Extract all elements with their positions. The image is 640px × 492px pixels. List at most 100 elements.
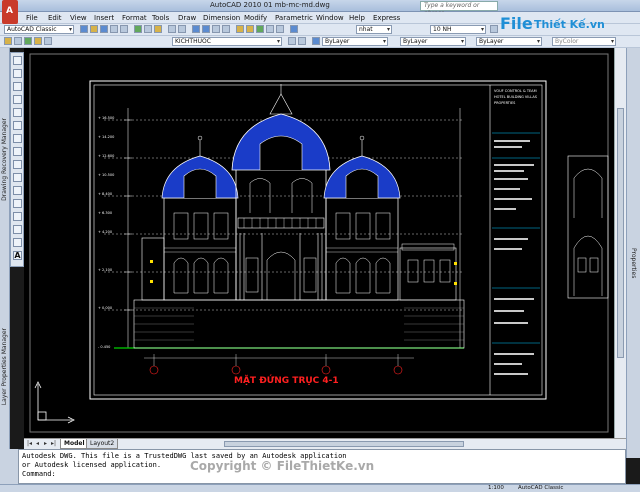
application-menu-button[interactable]: A	[2, 0, 18, 24]
dim-style-dropdown[interactable]: nhat	[356, 25, 392, 34]
cad-drawing: VOUF CONTROL & TEAM HOTEL BUILDING VILLA…	[29, 53, 609, 433]
layer-state-icon[interactable]	[14, 37, 22, 45]
copy-icon[interactable]	[144, 25, 152, 33]
level-label-6: + 6.300	[98, 211, 112, 215]
point-icon[interactable]	[13, 225, 22, 234]
menu-tools[interactable]: Tools	[152, 14, 169, 22]
level-label-1: + 16.500	[98, 116, 114, 120]
right-palette-strip: Properties	[626, 48, 640, 458]
ucs-icon	[34, 381, 75, 424]
zoom-icon[interactable]	[202, 25, 210, 33]
menu-draw[interactable]: Draw	[178, 14, 196, 22]
last-tab-icon[interactable]: ▸|	[50, 441, 57, 448]
layer-previous-icon[interactable]	[298, 37, 306, 45]
autocad-logo-icon: A	[6, 6, 13, 16]
layer-on-icon[interactable]	[24, 37, 32, 45]
layout-tab-bar: |◂ ◂ ▸ ▸| Model Layout2	[24, 438, 626, 449]
preview-icon[interactable]	[120, 25, 128, 33]
design-center-icon[interactable]	[246, 25, 254, 33]
zoom-window-icon[interactable]	[212, 25, 220, 33]
multiline-text-icon[interactable]: A	[13, 251, 22, 260]
horizontal-scroll-thumb[interactable]	[224, 441, 464, 447]
redo-icon[interactable]	[178, 25, 186, 33]
level-label-8: + 2.100	[98, 268, 112, 272]
revcloud-icon[interactable]	[13, 147, 22, 156]
menu-parametric[interactable]: Parametric	[275, 14, 313, 22]
calculator-icon[interactable]	[276, 25, 284, 33]
level-label-9: + 0.000	[98, 306, 112, 310]
window-title: AutoCAD 2010 01 mb-mc-md.dwg	[210, 1, 330, 9]
new-icon[interactable]	[80, 25, 88, 33]
left-palette-strip: Drawing Recovery Manager Layer Propertie…	[0, 48, 10, 458]
open-icon[interactable]	[90, 25, 98, 33]
dim-value-dropdown[interactable]: 10 NH	[430, 25, 486, 34]
text-style-dropdown[interactable]: KICHTHUOC	[172, 37, 282, 46]
polygon-icon[interactable]	[13, 95, 22, 104]
level-label-2: + 14.200	[98, 135, 114, 139]
dimstyle-icon[interactable]	[490, 25, 498, 33]
workspace-dropdown[interactable]: AutoCAD Classic	[4, 25, 74, 34]
polyline-icon[interactable]	[13, 82, 22, 91]
next-tab-icon[interactable]: ▸	[42, 441, 49, 448]
title-block-line-2: HOTEL BUILDING VILLAS	[494, 95, 538, 99]
vertical-scrollbar[interactable]	[614, 48, 626, 438]
search-input[interactable]: Type a keyword or phrase	[420, 1, 498, 17]
construction-line-icon[interactable]	[13, 69, 22, 78]
title-block-line-3: PROPERTIES	[494, 101, 516, 105]
drawing-recovery-label[interactable]: Drawing Recovery Manager	[1, 118, 8, 201]
first-tab-icon[interactable]: |◂	[26, 441, 33, 448]
menu-window[interactable]: Window	[316, 14, 344, 22]
annotation-scale[interactable]: 1:100	[488, 485, 504, 491]
workspace-switch[interactable]: AutoCAD Classic	[518, 485, 563, 491]
save-icon[interactable]	[100, 25, 108, 33]
rectangle-icon[interactable]	[13, 108, 22, 117]
undo-icon[interactable]	[168, 25, 176, 33]
zoom-previous-icon[interactable]	[222, 25, 230, 33]
drawing-canvas[interactable]: VOUF CONTROL & TEAM HOTEL BUILDING VILLA…	[24, 48, 614, 438]
tool-palettes-icon[interactable]	[256, 25, 264, 33]
spline-icon[interactable]	[13, 160, 22, 169]
vertical-scroll-thumb[interactable]	[617, 108, 624, 358]
make-block-icon[interactable]	[13, 212, 22, 221]
previous-tab-icon[interactable]: ◂	[34, 441, 41, 448]
properties-icon[interactable]	[236, 25, 244, 33]
hatch-icon[interactable]	[13, 238, 22, 247]
layer-lock-icon[interactable]	[44, 37, 52, 45]
markup-icon[interactable]	[266, 25, 274, 33]
lineweight-dropdown[interactable]: ByLayer	[476, 37, 542, 46]
ellipse-arc-icon[interactable]	[13, 186, 22, 195]
properties-palette-label[interactable]: Properties	[630, 248, 637, 278]
menu-view[interactable]: View	[70, 14, 87, 22]
menu-help[interactable]: Help	[349, 14, 365, 22]
layer-manager-icon[interactable]	[4, 37, 12, 45]
tab-layout2[interactable]: Layout2	[86, 439, 119, 449]
linetype-dropdown[interactable]: ByLayer	[400, 37, 466, 46]
insert-block-icon[interactable]	[13, 199, 22, 208]
paste-icon[interactable]	[154, 25, 162, 33]
line-icon[interactable]	[13, 56, 22, 65]
cut-icon[interactable]	[134, 25, 142, 33]
ellipse-icon[interactable]	[13, 173, 22, 182]
color-dropdown[interactable]: ByLayer	[322, 37, 388, 46]
drawing-caption: MẶT ĐỨNG TRỤC 4-1	[234, 374, 339, 386]
level-label-5: + 8.400	[98, 192, 112, 196]
menu-modify[interactable]: Modify	[244, 14, 267, 22]
menu-insert[interactable]: Insert	[94, 14, 114, 22]
plot-icon[interactable]	[110, 25, 118, 33]
menu-file[interactable]: File	[26, 14, 38, 22]
menu-edit[interactable]: Edit	[48, 14, 62, 22]
layer-properties-label[interactable]: Layer Properties Manager	[1, 328, 8, 405]
menu-express[interactable]: Express	[373, 14, 400, 22]
tab-model[interactable]: Model	[60, 439, 89, 449]
layer-freeze-icon[interactable]	[34, 37, 42, 45]
menu-dimension[interactable]: Dimension	[203, 14, 240, 22]
arc-icon[interactable]	[13, 121, 22, 130]
level-label-7: + 4.200	[98, 230, 112, 234]
help-icon[interactable]	[290, 25, 298, 33]
circle-icon[interactable]	[13, 134, 22, 143]
make-current-icon[interactable]	[288, 37, 296, 45]
command-line-handle[interactable]	[0, 449, 18, 484]
pan-icon[interactable]	[192, 25, 200, 33]
menu-format[interactable]: Format	[122, 14, 147, 22]
plot-style-dropdown[interactable]: ByColor	[552, 37, 616, 46]
